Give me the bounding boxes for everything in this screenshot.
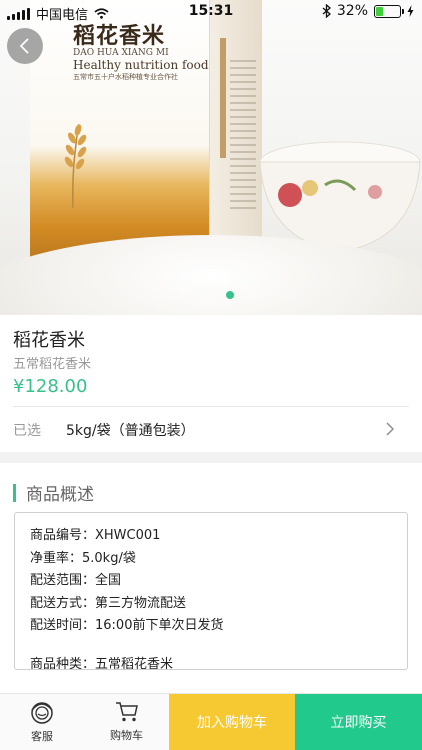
overview-header: 商品概述: [13, 480, 94, 505]
detail-line: 配送时间：16:00前下单次日发货: [30, 618, 224, 633]
cart-button[interactable]: 购物车: [84, 694, 169, 750]
battery-percent: 32%: [336, 3, 368, 19]
customer-service-button[interactable]: 客服: [0, 694, 84, 750]
overview-details-box[interactable]: 商品编号：XHWC001 净重率：5.0kg/袋 配送范围：全国 配送方式：第三…: [14, 512, 408, 670]
charging-bolt-icon: [407, 5, 414, 17]
selected-spec-value: 5kg/袋（普通包装）: [66, 423, 195, 439]
package-subtitle: Healthy nutrition food: [73, 58, 209, 72]
back-button[interactable]: [7, 28, 43, 64]
package-pinyin: DAO HUA XIANG MI: [73, 48, 169, 58]
shopping-cart-icon: [115, 702, 138, 722]
buy-now-button[interactable]: 立即购买: [295, 694, 422, 750]
detail-line: 配送范围：全国: [30, 573, 122, 588]
chevron-left-icon: [19, 38, 29, 54]
product-image-carousel[interactable]: 稻花香米 DAO HUA XIANG MI Healthy nutrition …: [0, 0, 422, 315]
chevron-right-icon: [386, 422, 394, 436]
detail-line: 净重率：5.0kg/袋: [30, 550, 136, 566]
product-title: 稻花香米: [13, 330, 85, 351]
carousel-indicator-dot[interactable]: [226, 291, 234, 299]
cart-label: 购物车: [110, 729, 143, 742]
detail-line: 配送方式：第三方物流配送: [30, 595, 187, 611]
section-accent-bar: [13, 483, 16, 502]
product-subtitle: 五常稻花香米: [13, 357, 92, 372]
bluetooth-icon: [322, 4, 331, 18]
spec-selector-row[interactable]: 已选 5kg/袋（普通包装）: [0, 407, 422, 452]
wheat-icon: [64, 124, 87, 208]
detail-line: 商品种类：五常稻花香米: [30, 656, 174, 670]
bottom-action-bar: 客服 购物车 加入购物车 立即购买: [0, 693, 422, 750]
detail-line: 商品编号：XHWC001: [30, 528, 161, 543]
battery-icon: [374, 4, 404, 18]
customer-service-label: 客服: [31, 730, 53, 743]
package-producer: 五常市五十户水稻种植专业合作社: [73, 73, 178, 81]
selected-label: 已选: [13, 423, 41, 439]
add-to-cart-button[interactable]: 加入购物车: [169, 694, 295, 750]
headset-icon: [31, 702, 53, 724]
product-price: ¥128.00: [13, 376, 88, 397]
overview-title: 商品概述: [26, 485, 94, 505]
section-separator: [0, 452, 422, 463]
status-bar: 中国电信 15:31 32%: [0, 0, 422, 24]
